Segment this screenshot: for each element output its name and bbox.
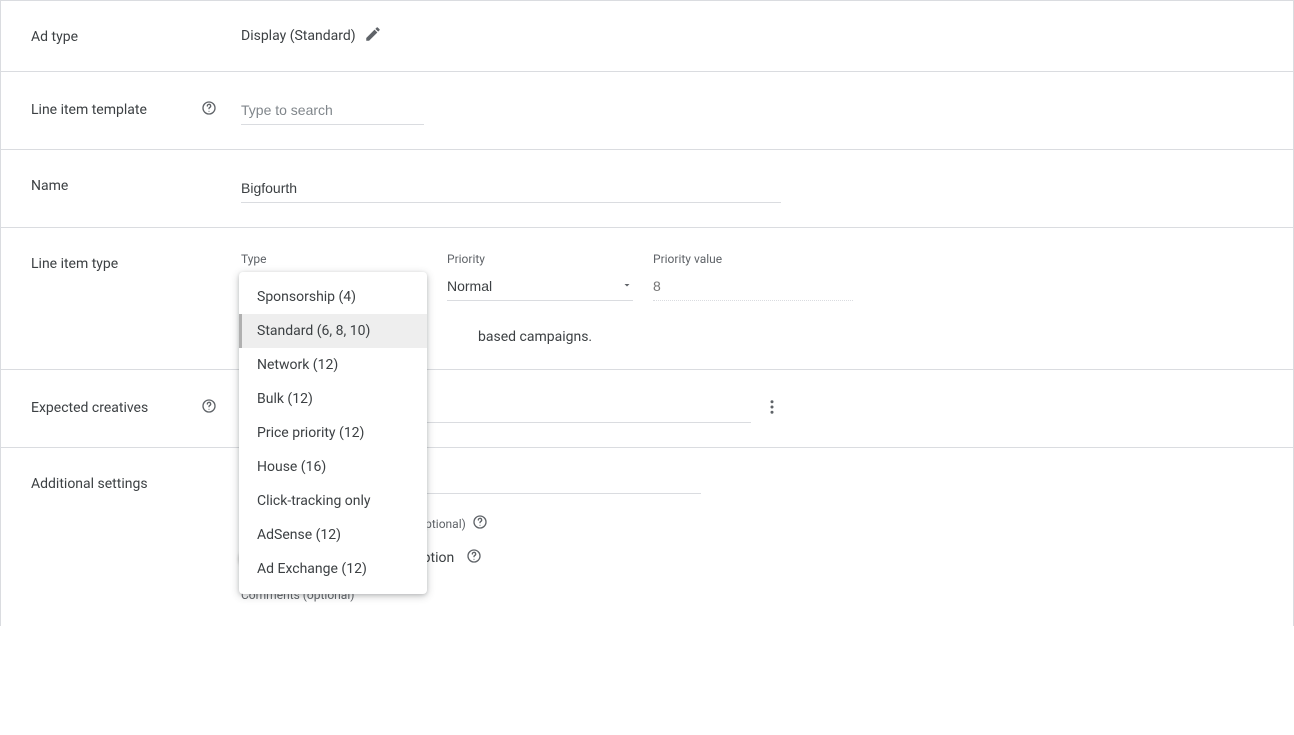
template-label: Line item template xyxy=(31,102,147,118)
type-description-text: based campaigns. xyxy=(478,329,592,345)
edit-icon[interactable] xyxy=(364,25,382,47)
name-input[interactable] xyxy=(241,174,781,203)
help-icon[interactable] xyxy=(201,100,217,120)
ad-type-label: Ad type xyxy=(31,25,241,45)
type-field-label: Type xyxy=(241,252,427,266)
type-option[interactable]: Sponsorship (4) xyxy=(239,280,427,314)
type-option[interactable]: Standard (6, 8, 10) xyxy=(239,314,427,348)
help-icon[interactable] xyxy=(472,514,488,534)
ad-type-value: Display (Standard) xyxy=(241,28,356,44)
type-option[interactable]: AdSense (12) xyxy=(239,518,427,552)
line-item-type-label: Line item type xyxy=(31,252,241,272)
type-option[interactable]: Price priority (12) xyxy=(239,416,427,450)
type-option[interactable]: Ad Exchange (12) xyxy=(239,552,427,586)
additional-label: Additional settings xyxy=(31,472,241,492)
chevron-down-icon xyxy=(621,278,633,294)
help-icon[interactable] xyxy=(466,548,482,568)
priority-select[interactable]: Normal xyxy=(447,274,633,301)
template-search-input[interactable] xyxy=(241,96,424,125)
name-label: Name xyxy=(31,174,241,194)
type-option[interactable]: Bulk (12) xyxy=(239,382,427,416)
type-option[interactable]: Network (12) xyxy=(239,348,427,382)
expected-label: Expected creatives xyxy=(31,400,148,416)
priority-value-field-label: Priority value xyxy=(653,252,853,266)
more-vert-icon[interactable] xyxy=(763,398,781,420)
type-option[interactable]: House (16) xyxy=(239,450,427,484)
help-icon[interactable] xyxy=(201,398,217,418)
priority-selected-value: Normal xyxy=(447,278,492,294)
priority-value-input[interactable] xyxy=(653,274,853,301)
priority-field-label: Priority xyxy=(447,252,633,266)
type-dropdown-menu: Sponsorship (4) Standard (6, 8, 10) Netw… xyxy=(239,272,427,594)
type-option[interactable]: Click-tracking only xyxy=(239,484,427,518)
